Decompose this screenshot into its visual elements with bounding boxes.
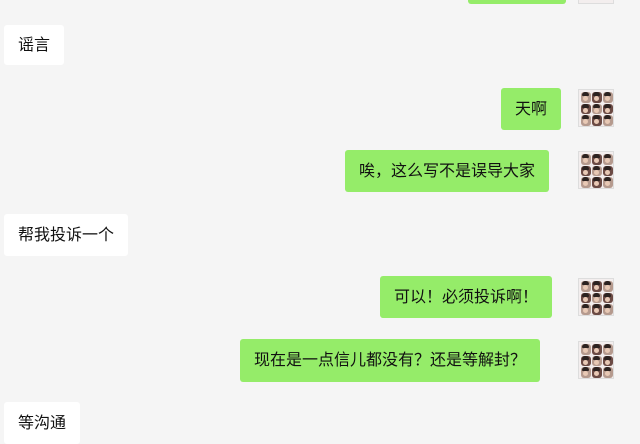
message-text: 等沟通 [18,413,67,432]
outgoing-message-bubble[interactable]: 唉，这么写不是误导大家 [345,150,550,192]
outgoing-message-bubble[interactable]: 天啊 [501,88,562,130]
message-text: 天啊 [515,99,548,118]
message-text: 帮我投诉一个 [18,225,115,244]
user-avatar[interactable] [578,89,614,127]
message-text: 现在是一点信儿都没有？还是等解封？ [254,350,527,369]
user-avatar-partial[interactable] [578,0,614,4]
message-text: 唉，这么写不是误导大家 [359,161,536,180]
chat-message-area[interactable]: 谣言 天啊 唉，这么写不是误导大家 帮我投诉一个 可以！必须投诉啊！ 现在是一点… [0,0,640,444]
outgoing-message-bubble[interactable]: 现在是一点信儿都没有？还是等解封？ [240,339,541,382]
message-text: 可以！必须投诉啊！ [394,287,539,306]
outgoing-message-bubble[interactable]: 可以！必须投诉啊！ [380,276,553,318]
message-text: 谣言 [18,35,51,54]
user-avatar[interactable] [578,151,614,189]
incoming-message-bubble[interactable]: 谣言 [4,25,65,65]
message-bubble-partial[interactable] [468,0,566,4]
user-avatar[interactable] [578,278,614,316]
incoming-message-bubble[interactable]: 帮我投诉一个 [4,214,129,256]
user-avatar[interactable] [578,341,614,379]
